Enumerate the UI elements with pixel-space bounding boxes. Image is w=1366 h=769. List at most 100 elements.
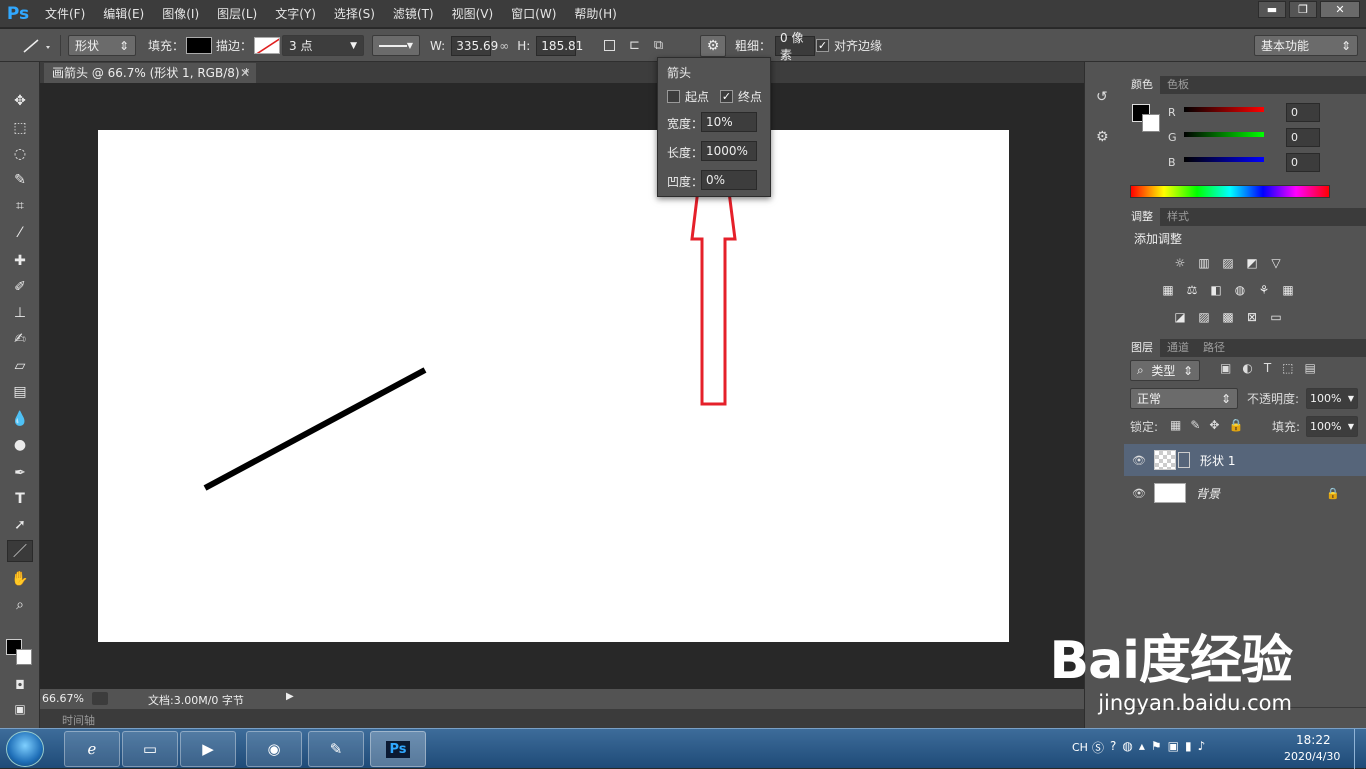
- volume-icon[interactable]: ♪: [1198, 739, 1206, 756]
- color-lookup-icon[interactable]: ▦: [1280, 283, 1296, 297]
- language-indicator[interactable]: CH: [1072, 741, 1088, 754]
- ime-icon[interactable]: Ⓢ: [1092, 739, 1104, 756]
- start-checkbox[interactable]: [667, 90, 680, 103]
- brightness-icon[interactable]: ☼: [1172, 256, 1188, 270]
- flag-icon[interactable]: ⚑: [1151, 739, 1162, 756]
- path-select-tool-icon[interactable]: ➚: [7, 514, 33, 536]
- brush-tool-icon[interactable]: ✐: [7, 276, 33, 298]
- crop-tool-icon[interactable]: ⌗: [7, 195, 33, 217]
- menu-image[interactable]: 图像(I): [153, 0, 208, 28]
- layer-row[interactable]: 👁 形状 1: [1124, 444, 1366, 476]
- stroke-swatch[interactable]: [254, 37, 281, 54]
- lock-position-icon[interactable]: ✥: [1209, 418, 1219, 432]
- quick-mask-icon[interactable]: ◘: [7, 674, 33, 696]
- media-player-taskbar-icon[interactable]: ▶: [180, 731, 236, 767]
- expand-tray-icon[interactable]: ▴: [1139, 739, 1145, 756]
- selective-color-icon[interactable]: ⊠: [1244, 310, 1260, 324]
- tab-swatches[interactable]: 色板: [1160, 76, 1196, 94]
- help-icon[interactable]: ?: [1110, 739, 1116, 756]
- hue-saturation-icon[interactable]: ▦: [1160, 283, 1176, 297]
- menu-layer[interactable]: 图层(L): [208, 0, 266, 28]
- stroke-type-select[interactable]: ▼: [372, 35, 420, 56]
- clock-time[interactable]: 18:22: [1296, 733, 1331, 747]
- zoom-level[interactable]: 66.67%: [42, 692, 84, 705]
- blue-slider[interactable]: [1184, 157, 1264, 162]
- weight-input[interactable]: 0 像素: [775, 31, 816, 62]
- start-button[interactable]: [6, 731, 44, 767]
- lasso-tool-icon[interactable]: ◌: [7, 143, 33, 165]
- tray-icon[interactable]: ◍: [1122, 739, 1132, 756]
- history-brush-tool-icon[interactable]: ✍: [7, 328, 33, 350]
- browser-taskbar-icon[interactable]: ◉: [246, 731, 302, 767]
- network-icon[interactable]: ▣: [1168, 739, 1179, 756]
- dodge-tool-icon[interactable]: ●: [7, 434, 33, 456]
- ie-taskbar-icon[interactable]: ℯ: [64, 731, 120, 767]
- shape-filter-icon[interactable]: ⬚: [1282, 361, 1293, 375]
- healing-brush-tool-icon[interactable]: ✚: [7, 250, 33, 272]
- play-arrow-icon[interactable]: ▶: [286, 691, 294, 702]
- menu-type[interactable]: 文字(Y): [266, 0, 325, 28]
- layer-row[interactable]: 👁 背景 🔒: [1124, 477, 1366, 509]
- menu-help[interactable]: 帮助(H): [565, 0, 625, 28]
- move-tool-icon[interactable]: ✥: [7, 90, 33, 112]
- menu-view[interactable]: 视图(V): [443, 0, 503, 28]
- zoom-tool-icon[interactable]: ⌕: [7, 594, 33, 616]
- restore-button[interactable]: ❐: [1289, 1, 1317, 18]
- line-tool-preset[interactable]: [18, 29, 52, 62]
- eraser-tool-icon[interactable]: ▱: [7, 355, 33, 377]
- minimize-button[interactable]: ▬: [1258, 1, 1286, 18]
- blue-value[interactable]: 0: [1286, 153, 1320, 172]
- arrow-length-input[interactable]: 1000%: [701, 141, 757, 161]
- green-slider[interactable]: [1184, 132, 1264, 137]
- close-tab-icon[interactable]: ✕: [240, 63, 250, 83]
- history-panel-icon[interactable]: ↺: [1096, 89, 1108, 105]
- fill-input[interactable]: 100% ▼: [1306, 416, 1358, 437]
- pixel-filter-icon[interactable]: ▣: [1220, 361, 1231, 375]
- menu-filter[interactable]: 滤镜(T): [384, 0, 443, 28]
- arrow-concavity-input[interactable]: 0%: [701, 170, 757, 190]
- path-alignment-icon[interactable]: ⊏: [629, 38, 640, 53]
- pen-tool-icon[interactable]: ✒: [7, 462, 33, 484]
- end-checkbox[interactable]: ✓: [720, 90, 733, 103]
- show-desktop-button[interactable]: [1354, 729, 1366, 769]
- visibility-eye-icon[interactable]: 👁: [1124, 454, 1154, 467]
- tab-color[interactable]: 颜色: [1124, 76, 1160, 94]
- photo-filter-icon[interactable]: ◍: [1232, 283, 1248, 297]
- marquee-tool-icon[interactable]: ⬚: [7, 117, 33, 139]
- end-option[interactable]: ✓ 终点: [720, 88, 762, 105]
- document-canvas[interactable]: [98, 130, 1009, 642]
- stroke-width-select[interactable]: 3 点 ▼: [282, 35, 364, 56]
- tab-paths[interactable]: 路径: [1196, 339, 1232, 357]
- color-spectrum-bar[interactable]: [1130, 185, 1330, 198]
- channel-mixer-icon[interactable]: ⚘: [1256, 283, 1272, 297]
- smart-object-filter-icon[interactable]: ▤: [1305, 361, 1316, 375]
- red-value[interactable]: 0: [1286, 103, 1320, 122]
- black-white-icon[interactable]: ◧: [1208, 283, 1224, 297]
- red-slider[interactable]: [1184, 107, 1264, 112]
- drawn-line-shape[interactable]: [98, 130, 1009, 642]
- fill-swatch[interactable]: [186, 37, 213, 54]
- type-filter-icon[interactable]: T: [1264, 361, 1271, 375]
- gradient-map-icon[interactable]: ▭: [1268, 310, 1284, 324]
- start-option[interactable]: 起点: [667, 88, 709, 105]
- hand-tool-icon[interactable]: ✋: [7, 568, 33, 590]
- link-icon[interactable]: ∞: [499, 39, 509, 53]
- tab-layers[interactable]: 图层: [1124, 339, 1160, 357]
- height-input[interactable]: 185.81: [536, 35, 583, 56]
- adjustment-filter-icon[interactable]: ◐: [1242, 361, 1252, 375]
- layer-filter-select[interactable]: ⌕ 类型 ⇕: [1130, 360, 1200, 381]
- tab-channels[interactable]: 通道: [1160, 339, 1196, 357]
- close-button[interactable]: ✕: [1320, 1, 1360, 18]
- stamp-tool-icon[interactable]: ⊥: [7, 302, 33, 324]
- photoshop-taskbar-icon[interactable]: Ps: [370, 731, 426, 767]
- menu-select[interactable]: 选择(S): [325, 0, 384, 28]
- tool-mode-select[interactable]: 形状 ⇕: [68, 35, 136, 56]
- tab-adjustments[interactable]: 调整: [1124, 208, 1160, 226]
- align-edges-checkbox[interactable]: ✓: [816, 39, 829, 52]
- curves-icon[interactable]: ▨: [1220, 256, 1236, 270]
- status-menu-icon[interactable]: [92, 692, 108, 705]
- width-input[interactable]: 335.69: [451, 35, 498, 56]
- type-tool-icon[interactable]: T: [7, 488, 33, 510]
- timeline-label[interactable]: 时间轴: [62, 712, 95, 728]
- green-value[interactable]: 0: [1286, 128, 1320, 147]
